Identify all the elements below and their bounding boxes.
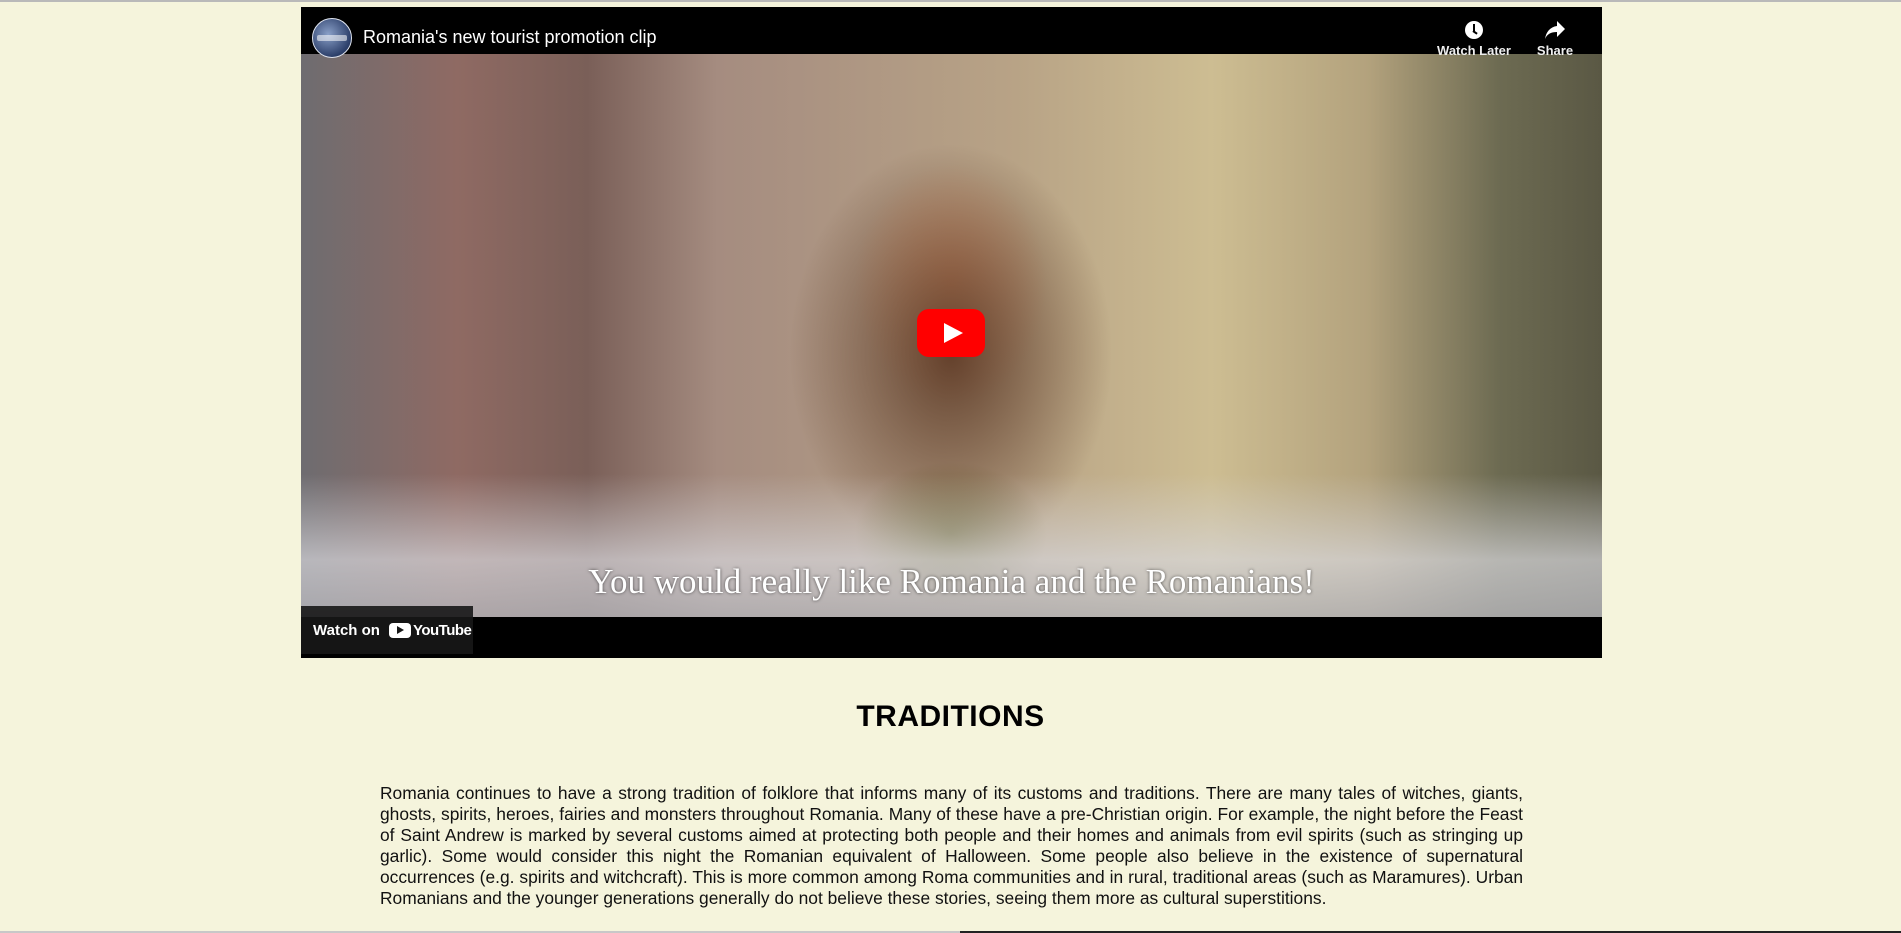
video-title[interactable]: Romania's new tourist promotion clip	[363, 27, 657, 48]
clock-icon	[1434, 17, 1514, 43]
top-border	[0, 0, 1901, 2]
youtube-logo: YouTube	[388, 621, 472, 639]
traditions-paragraph: Romania continues to have a strong tradi…	[380, 783, 1523, 908]
section-title: TRADITIONS	[856, 700, 1045, 733]
video-header: Romania's new tourist promotion clip Wat…	[301, 7, 1602, 67]
channel-avatar[interactable]	[312, 18, 352, 58]
share-label: Share	[1536, 43, 1574, 58]
watch-later-button[interactable]: Watch Later	[1434, 17, 1514, 58]
share-arrow-icon	[1515, 17, 1595, 43]
youtube-play-icon	[388, 622, 411, 638]
watch-on-youtube-button[interactable]: Watch on YouTube	[301, 606, 473, 654]
watch-later-label: Watch Later	[1437, 43, 1511, 58]
video-subtitle: You would really like Romania and the Ro…	[588, 562, 1315, 601]
youtube-logo-text: YouTube	[412, 621, 472, 639]
share-button[interactable]: Share	[1515, 17, 1595, 58]
watch-on-label: Watch on	[313, 621, 380, 639]
youtube-embed[interactable]: Romania's new tourist promotion clip Wat…	[301, 7, 1602, 658]
play-button[interactable]	[917, 309, 985, 357]
